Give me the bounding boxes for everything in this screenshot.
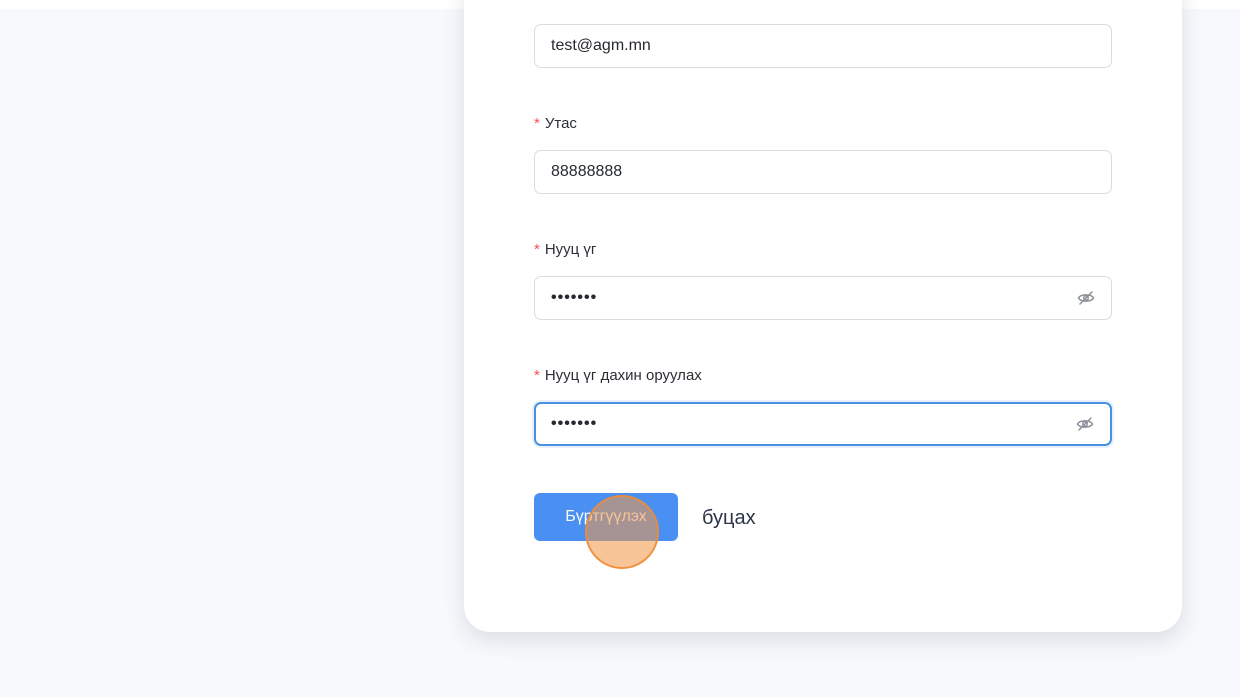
confirm-password-value: ••••••• [551,415,598,432]
required-mark: * [534,241,540,258]
confirm-password-label-text: Нууц үг дахин оруулах [544,367,702,384]
phone-field[interactable]: 88888888 [534,150,1112,194]
phone-label: * Утас [534,115,577,132]
password-label: * Нууц үг [534,241,596,258]
email-field[interactable]: test@agm.mn [534,24,1112,68]
required-mark: * [534,115,540,132]
required-mark: * [534,367,540,384]
confirm-password-label: * Нууц үг дахин оруулах [534,367,702,384]
back-link[interactable]: буцах [702,507,756,530]
eye-off-icon[interactable] [1075,287,1097,309]
phone-value: 88888888 [551,163,623,180]
eye-off-icon[interactable] [1074,413,1096,435]
password-label-text: Нууц үг [544,241,597,258]
confirm-password-field[interactable]: ••••••• [534,402,1112,446]
password-field[interactable]: ••••••• [534,276,1112,320]
email-value: test@agm.mn [551,37,651,54]
password-value: ••••••• [551,289,598,306]
phone-label-text: Утас [544,115,577,132]
register-button-label: Бүртгүүлэх [565,508,647,525]
register-button[interactable]: Бүртгүүлэх [534,493,678,541]
